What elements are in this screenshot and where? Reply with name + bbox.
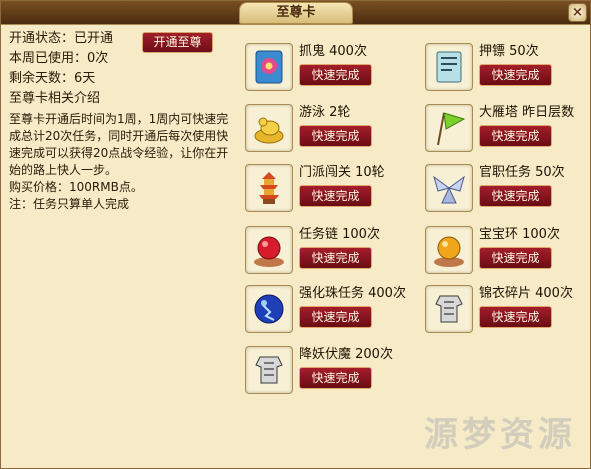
red-orb-icon xyxy=(245,226,293,274)
task-card-xiangyao: 降妖伏魔 200次 快速完成 xyxy=(245,346,425,400)
task-name: 锦衣碎片 400次 xyxy=(479,286,573,301)
description-block: 至尊卡开通后时间为1周，1周内可快速完成总计20次任务，同时开通后每次使用快速完… xyxy=(9,111,234,213)
open-state-value: 已开通 xyxy=(74,31,114,46)
gold-orb-icon xyxy=(425,226,473,274)
task-name: 大雁塔 昨日层数 xyxy=(479,105,575,120)
quick-complete-button[interactable]: 快速完成 xyxy=(479,306,552,328)
quick-complete-button[interactable]: 快速完成 xyxy=(299,367,372,389)
quick-complete-button[interactable]: 快速完成 xyxy=(479,64,552,86)
used-label: 本周已使用： xyxy=(9,51,88,66)
green-flag-icon xyxy=(425,104,473,152)
duck-gold-icon xyxy=(245,104,293,152)
task-name: 游泳 2轮 xyxy=(299,105,351,120)
supreme-card-window: 至尊卡 × 开通状态：已开通 本周已使用：0次 剩余天数：6天 至尊卡相关介绍 … xyxy=(0,0,591,469)
task-name: 降妖伏魔 200次 xyxy=(299,347,393,362)
remaining-row: 剩余天数：6天 xyxy=(9,69,239,89)
quick-complete-button[interactable]: 快速完成 xyxy=(299,185,372,207)
task-card-zhuagui: 抓鬼 400次 快速完成 xyxy=(245,43,425,97)
quick-complete-button[interactable]: 快速完成 xyxy=(299,247,372,269)
escort-book-icon xyxy=(425,43,473,91)
open-state-label: 开通状态： xyxy=(9,31,75,46)
task-name: 宝宝环 100次 xyxy=(479,227,560,242)
watermark-text: 源梦资源 xyxy=(424,415,576,455)
quick-complete-button[interactable]: 快速完成 xyxy=(299,64,372,86)
task-name: 强化珠任务 400次 xyxy=(299,286,406,301)
intro-heading: 至尊卡相关介绍 xyxy=(9,91,101,106)
task-card-baobaohuan: 宝宝环 100次 快速完成 xyxy=(425,226,590,280)
ghost-scroll-icon xyxy=(245,43,293,91)
note-text: 注：任务只算单人完成 xyxy=(9,197,130,211)
task-card-guanzhi: 官职任务 50次 快速完成 xyxy=(425,164,590,218)
status-panel: 开通状态：已开通 本周已使用：0次 剩余天数：6天 至尊卡相关介绍 至尊卡开通后… xyxy=(9,29,239,213)
task-card-jinyi: 锦衣碎片 400次 快速完成 xyxy=(425,285,590,339)
armor-fragment-icon xyxy=(245,346,293,394)
silver-wings-icon xyxy=(425,164,473,212)
used-value: 0次 xyxy=(87,51,109,66)
task-card-yabiao: 押镖 50次 快速完成 xyxy=(425,43,590,97)
window-title: 至尊卡 xyxy=(239,2,353,24)
task-name: 抓鬼 400次 xyxy=(299,44,367,59)
task-name: 门派闯关 10轮 xyxy=(299,165,385,180)
task-name: 任务链 100次 xyxy=(299,227,380,242)
armor-fragment-icon xyxy=(425,285,473,333)
pagoda-icon xyxy=(245,164,293,212)
remaining-value: 6天 xyxy=(74,71,96,86)
task-card-qianghuazhu: 强化珠任务 400次 快速完成 xyxy=(245,285,425,339)
price-text: 购买价格：100RMB点。 xyxy=(9,180,143,194)
description-text: 至尊卡开通后时间为1周，1周内可快速完成总计20次任务，同时开通后每次使用快速完… xyxy=(9,112,229,177)
task-card-renwulian: 任务链 100次 快速完成 xyxy=(245,226,425,280)
close-button[interactable]: × xyxy=(568,3,587,22)
remaining-label: 剩余天数： xyxy=(9,71,75,86)
quick-complete-button[interactable]: 快速完成 xyxy=(299,125,372,147)
task-name: 押镖 50次 xyxy=(479,44,539,59)
quick-complete-button[interactable]: 快速完成 xyxy=(479,185,552,207)
task-card-youyong: 游泳 2轮 快速完成 xyxy=(245,104,425,158)
quick-complete-button[interactable]: 快速完成 xyxy=(479,247,552,269)
task-name: 官职任务 50次 xyxy=(479,165,565,180)
quick-complete-button[interactable]: 快速完成 xyxy=(479,125,552,147)
blue-orb-icon xyxy=(245,285,293,333)
title-bar[interactable]: 至尊卡 × xyxy=(1,1,590,25)
task-card-dayanta: 大雁塔 昨日层数 快速完成 xyxy=(425,104,590,158)
task-card-menpai: 门派闯关 10轮 快速完成 xyxy=(245,164,425,218)
open-supreme-button[interactable]: 开通至尊 xyxy=(142,32,213,53)
quick-complete-button[interactable]: 快速完成 xyxy=(299,306,372,328)
